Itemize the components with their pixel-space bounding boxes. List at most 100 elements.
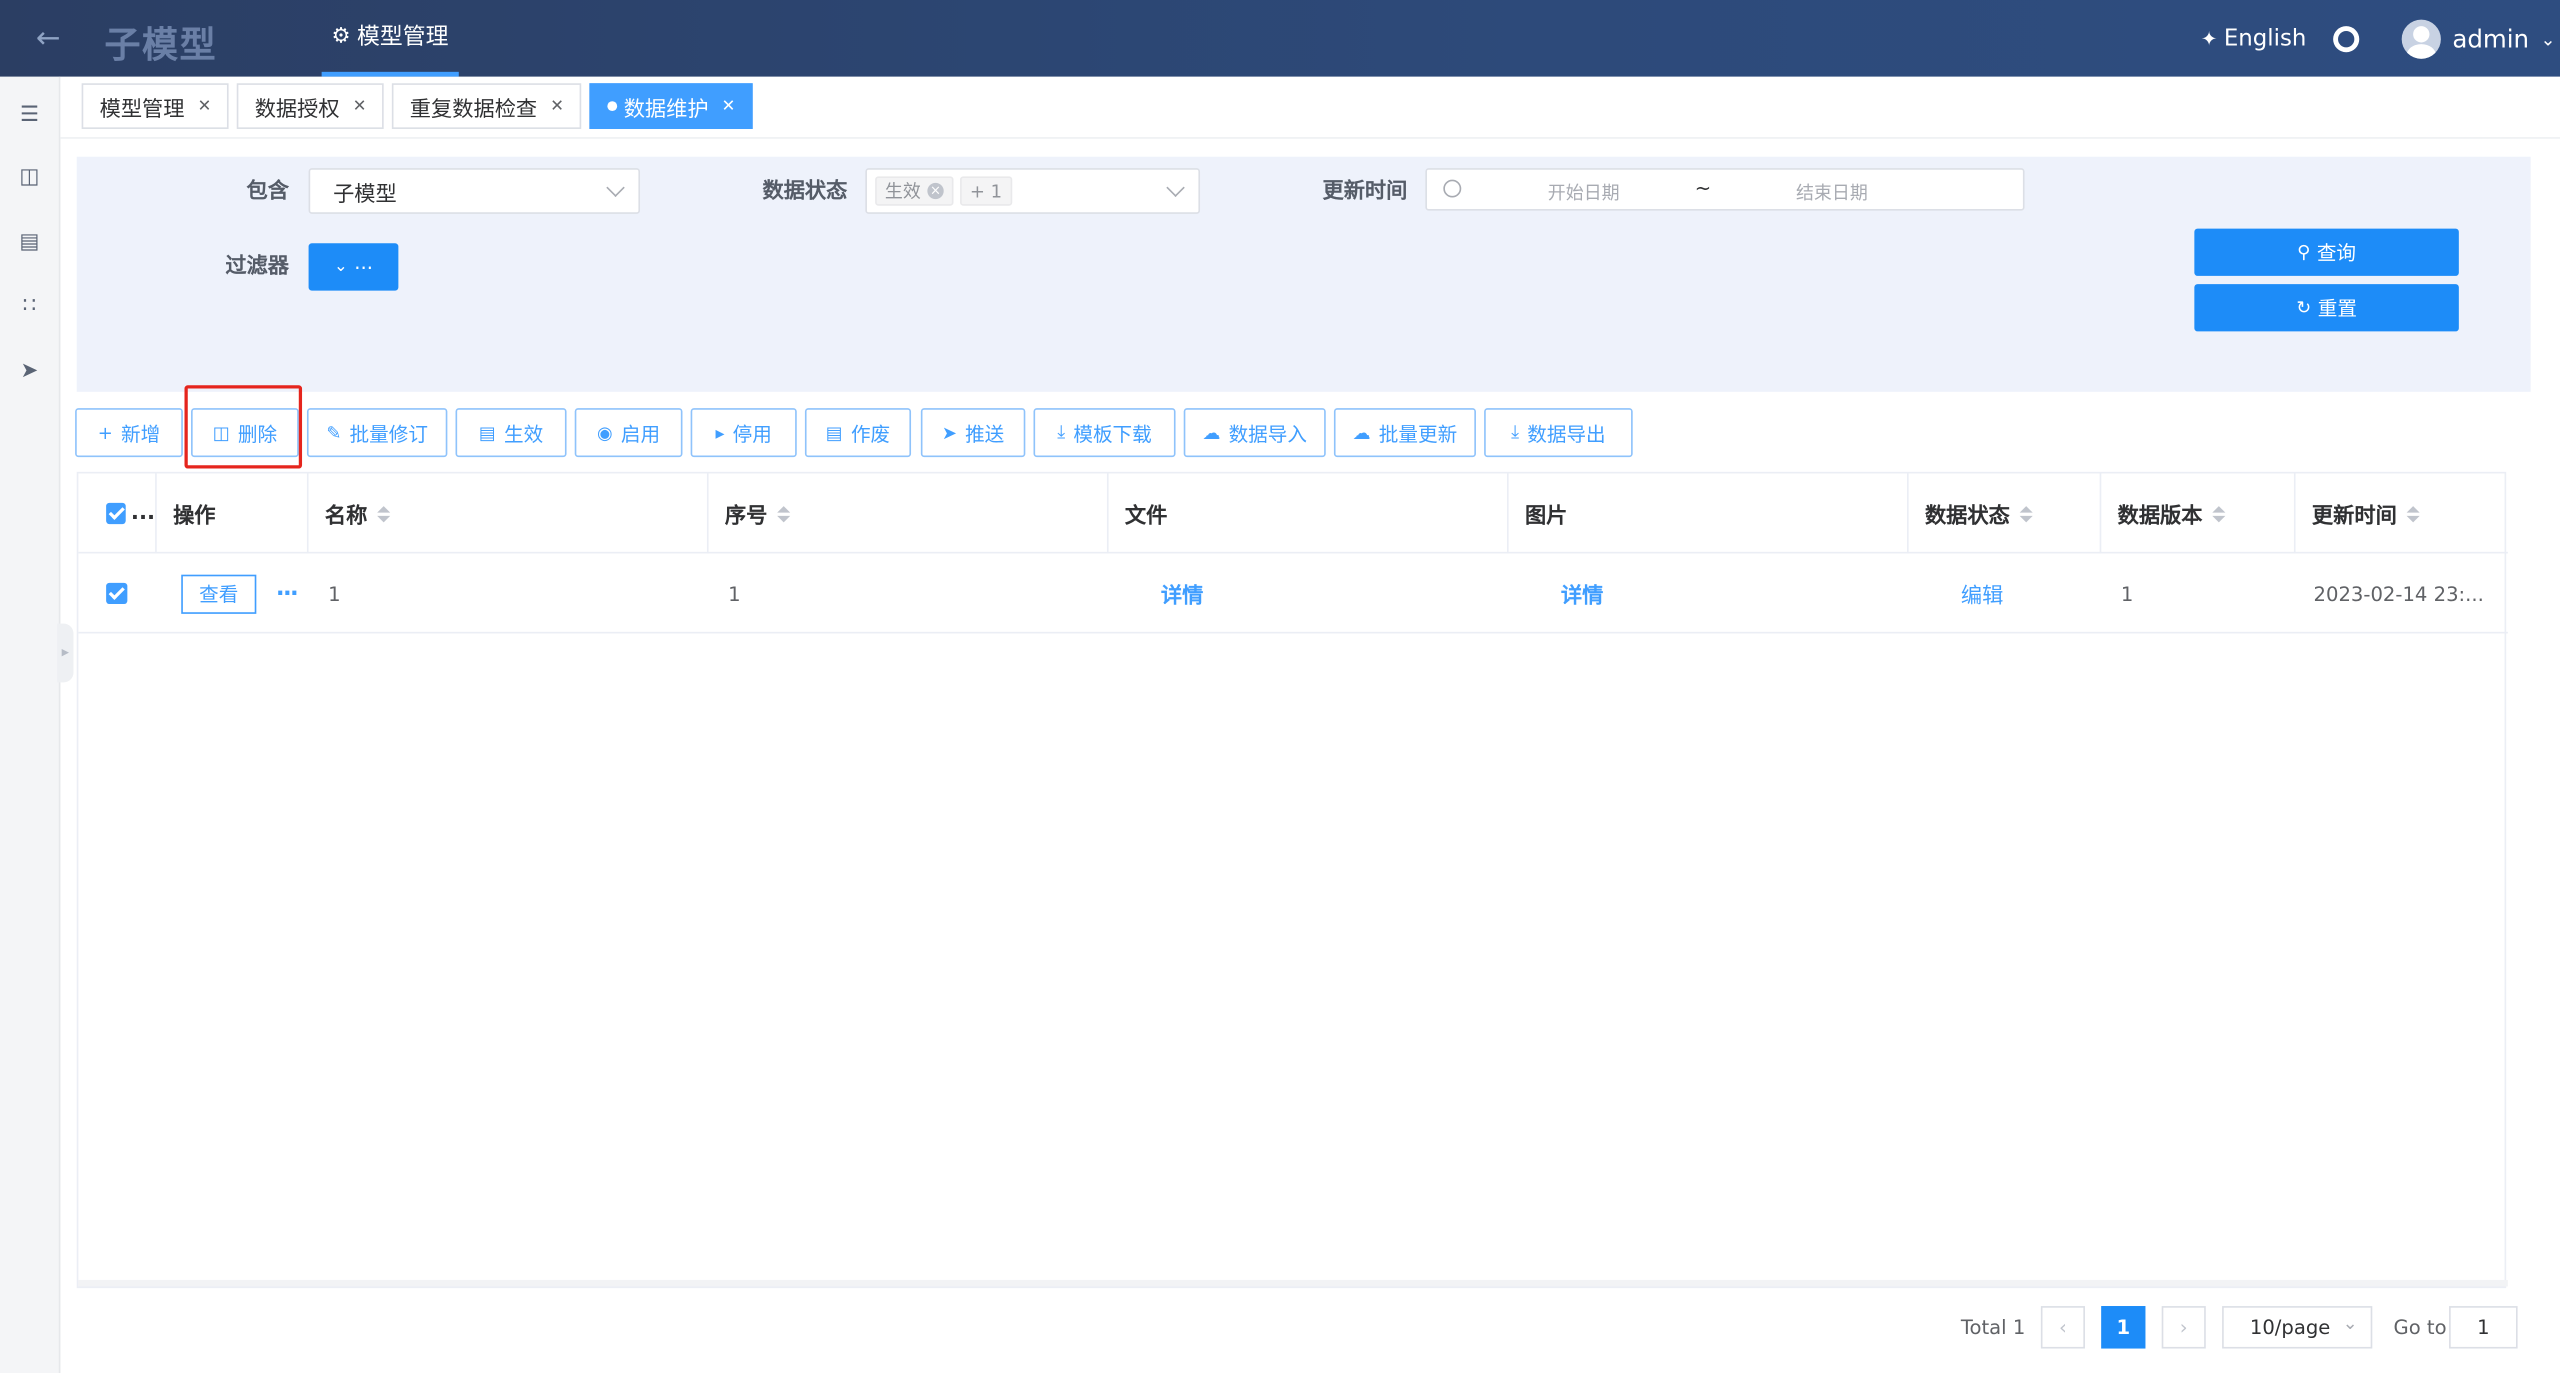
- data-import-label: 数据导入: [1228, 422, 1307, 445]
- help-icon[interactable]: [2333, 26, 2360, 53]
- close-icon[interactable]: ✕: [353, 97, 367, 115]
- date-separator: ~: [1694, 176, 1712, 200]
- image-detail-link[interactable]: 详情: [1561, 578, 1603, 608]
- pagination-total: Total 1: [1960, 1315, 2026, 1339]
- contain-value: 子模型: [333, 182, 397, 207]
- effective-button[interactable]: ▤ 生效: [455, 408, 567, 458]
- status-select[interactable]: 生效 × + 1: [865, 168, 1201, 214]
- select-all-header[interactable]: ...: [78, 473, 157, 554]
- tab-data-authorization[interactable]: 数据授权 ✕: [236, 83, 385, 129]
- batch-revise-label: 批量修订: [349, 422, 428, 445]
- send-icon[interactable]: ➤: [16, 359, 42, 385]
- next-page-button[interactable]: ›: [2161, 1306, 2206, 1349]
- tab-label: 数据维护: [623, 97, 709, 122]
- status-tag: 生效 ×: [875, 176, 954, 206]
- table-row[interactable]: 查看 ··· 1 1 详情 详情 编辑 1 2023-02-14 23:...: [78, 553, 2508, 634]
- data-export-label: 数据导出: [1527, 422, 1606, 445]
- header-action-label: 操作: [173, 504, 216, 529]
- header-version[interactable]: 数据版本: [2101, 473, 2296, 554]
- user-menu[interactable]: admin ⌄: [2401, 19, 2556, 59]
- app-title: 子模型: [104, 26, 218, 67]
- page-1-button[interactable]: 1: [2101, 1306, 2146, 1349]
- row-image-cell: 详情: [1545, 553, 1904, 633]
- sidebar-collapse-handle[interactable]: ▸: [57, 623, 74, 683]
- status-tag-label: 生效: [884, 181, 921, 203]
- apps-icon[interactable]: ∷: [16, 294, 42, 320]
- sort-icon[interactable]: [2019, 505, 2033, 522]
- document-icon[interactable]: ▤: [16, 230, 42, 256]
- header-status[interactable]: 数据状态: [1909, 473, 2102, 554]
- goto-label: Go to: [2393, 1315, 2447, 1339]
- table-header: ... 操作 名称 序号 文件 图片 数据状态 数据版本 更新时间: [78, 473, 2508, 554]
- push-button[interactable]: ➤ 推送: [920, 408, 1026, 458]
- top-header: ← 子模型 ⚙ 模型管理 ✦ English admin ⌄: [0, 0, 2560, 77]
- prev-page-button[interactable]: ‹: [2040, 1306, 2085, 1349]
- close-icon[interactable]: ✕: [550, 97, 564, 115]
- sort-icon[interactable]: [377, 505, 391, 522]
- sort-icon[interactable]: [2212, 505, 2226, 522]
- data-export-button[interactable]: ⤓ 数据导出: [1484, 408, 1633, 458]
- batch-revise-button[interactable]: ✎ 批量修订: [306, 408, 448, 458]
- cloud-upload-icon: ☁: [1202, 422, 1221, 444]
- filter-button[interactable]: ⌄ ···: [308, 243, 399, 291]
- nav-tab-model-management[interactable]: ⚙ 模型管理: [321, 0, 459, 77]
- page-size-select[interactable]: 10/page ⌄: [2222, 1306, 2373, 1349]
- arrow-left-icon[interactable]: ←: [36, 21, 72, 57]
- effective-button-label: 生效: [503, 422, 544, 445]
- template-download-button[interactable]: ⤓ 模板下载: [1033, 408, 1176, 458]
- add-button[interactable]: + 新增: [75, 408, 183, 458]
- header-updated[interactable]: 更新时间: [2296, 473, 2508, 553]
- reset-button[interactable]: ↻ 重置: [2194, 284, 2459, 332]
- status-edit-link[interactable]: 编辑: [1961, 578, 2003, 608]
- layers-icon[interactable]: ☰: [16, 103, 42, 129]
- tag-close-icon[interactable]: ×: [927, 182, 944, 200]
- update-time-label: 更新时间: [1322, 179, 1408, 205]
- more-actions-icon[interactable]: ···: [276, 580, 299, 606]
- code-icon[interactable]: ◫: [16, 165, 42, 191]
- batch-update-button[interactable]: ☁ 批量更新: [1333, 408, 1476, 458]
- language-switch[interactable]: ✦ English: [2201, 26, 2307, 52]
- file-detail-link[interactable]: 详情: [1161, 578, 1203, 608]
- void-button-label: 作废: [850, 422, 891, 445]
- date-start-input[interactable]: 开始日期: [1546, 180, 1621, 206]
- chevron-right-icon: ›: [2179, 1315, 2188, 1339]
- enable-button[interactable]: ◉ 启用: [574, 408, 683, 458]
- tab-model-management[interactable]: 模型管理 ✕: [81, 83, 230, 129]
- sort-icon[interactable]: [777, 505, 791, 522]
- tab-label: 数据授权: [254, 97, 340, 122]
- username: admin: [2452, 24, 2530, 54]
- close-icon[interactable]: ✕: [198, 97, 212, 115]
- tab-data-maintenance[interactable]: 数据维护 ✕: [589, 83, 754, 129]
- view-button[interactable]: 查看: [181, 573, 257, 614]
- header-name[interactable]: 名称: [309, 473, 709, 554]
- row-seq-cell: 1: [728, 582, 741, 605]
- chevron-down-icon: [1166, 178, 1185, 197]
- close-icon[interactable]: ✕: [722, 97, 736, 115]
- filter-button-label: ···: [354, 255, 373, 279]
- search-icon: ⚲: [2297, 241, 2311, 263]
- query-button[interactable]: ⚲ 查询: [2194, 228, 2459, 276]
- row-status-cell: 编辑: [1945, 553, 2108, 633]
- status-label: 数据状态: [762, 179, 848, 205]
- void-button[interactable]: ▤ 作废: [804, 408, 912, 458]
- header-seq[interactable]: 序号: [709, 473, 1109, 554]
- document-icon: ▤: [825, 422, 843, 444]
- add-button-label: 新增: [120, 422, 161, 445]
- circle-dot-icon: ◉: [597, 422, 613, 444]
- date-range-picker[interactable]: 开始日期 ~ 结束日期: [1425, 168, 2025, 211]
- tab-duplicate-check[interactable]: 重复数据检查 ✕: [391, 83, 582, 129]
- select-all-checkbox[interactable]: [106, 502, 126, 525]
- row-select-cell: [78, 553, 156, 633]
- data-import-button[interactable]: ☁ 数据导入: [1183, 408, 1326, 458]
- page-size-value: 10/page: [2249, 1315, 2331, 1339]
- disable-button[interactable]: ▸ 停用: [690, 408, 797, 458]
- document-icon: ▤: [478, 422, 496, 444]
- edit-icon: ✎: [326, 422, 342, 444]
- row-checkbox[interactable]: [106, 582, 128, 605]
- delete-highlight-box: [184, 385, 303, 469]
- date-end-input[interactable]: 结束日期: [1794, 180, 1869, 206]
- contain-select[interactable]: 子模型: [308, 168, 641, 214]
- sort-icon[interactable]: [2406, 505, 2420, 522]
- goto-input[interactable]: 1: [2449, 1306, 2518, 1349]
- horizontal-scrollbar[interactable]: [78, 1279, 2508, 1287]
